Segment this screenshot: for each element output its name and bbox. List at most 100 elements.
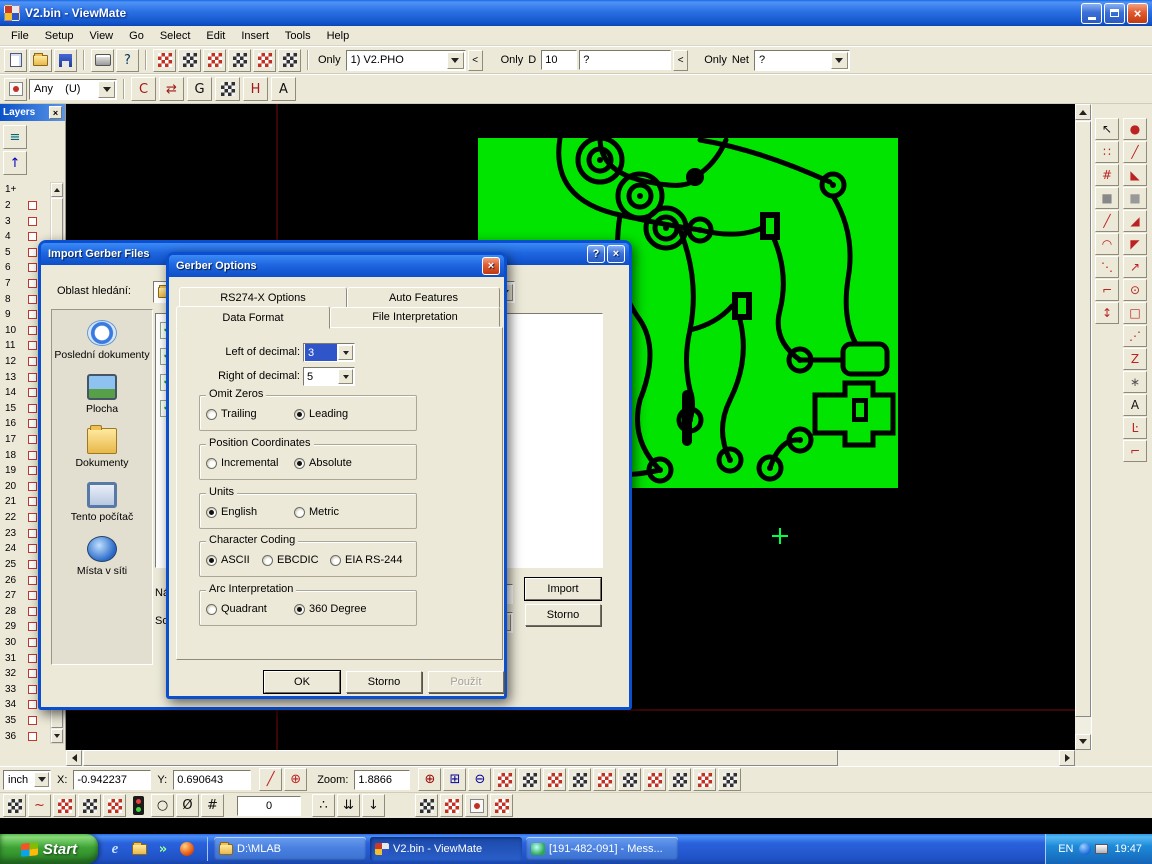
import-dialog-close-button[interactable]: ×: [607, 245, 625, 263]
layer-color-box[interactable]: [28, 544, 37, 553]
left-of-decimal-dropdown[interactable]: [338, 345, 353, 360]
text-button[interactable]: A: [1123, 394, 1147, 416]
aperture-combo[interactable]: Any (U): [29, 79, 117, 100]
previous-layer-button[interactable]: <: [468, 50, 483, 71]
units-dropdown[interactable]: [34, 772, 49, 787]
flash-pattern-button[interactable]: [440, 794, 463, 817]
layer-color-box[interactable]: [28, 310, 37, 319]
zoom-in-button[interactable]: ⊕: [418, 768, 441, 791]
route-pattern-button[interactable]: [103, 794, 126, 817]
layers-scroll-up-button[interactable]: [51, 183, 63, 197]
layer-color-box[interactable]: [28, 576, 37, 585]
radio-selected[interactable]: [294, 458, 305, 469]
layers-panel-header[interactable]: Layers ×: [0, 104, 65, 121]
layers-panel-close-button[interactable]: ×: [49, 106, 62, 119]
place-item[interactable]: Poslední dokumenty: [54, 320, 150, 361]
radio-option[interactable]: 360 Degree: [294, 602, 367, 616]
menu-file[interactable]: File: [3, 28, 37, 44]
move-vertical-button[interactable]: ↕: [1095, 302, 1119, 324]
place-item[interactable]: Tento počítač: [54, 482, 150, 523]
taskbar-task-2[interactable]: V2.bin - ViewMate: [370, 837, 522, 861]
target-button[interactable]: ⊙: [1123, 279, 1147, 301]
radio-unselected[interactable]: [206, 604, 217, 615]
pad-button[interactable]: ●: [1123, 118, 1147, 140]
line-draw-button[interactable]: ╱: [1095, 210, 1119, 232]
taskbar-task-1[interactable]: D:\MLAB: [214, 837, 366, 861]
clock[interactable]: 19:47: [1114, 843, 1142, 855]
layer-color-box[interactable]: [28, 669, 37, 678]
layer-color-box[interactable]: [28, 560, 37, 569]
layers-scroll-down-button[interactable]: [51, 729, 63, 743]
radio-option[interactable]: Metric: [294, 505, 339, 519]
scroll-left-button[interactable]: [66, 750, 82, 766]
dot-diagonal-button[interactable]: ⋰: [1123, 325, 1147, 347]
dcode-filter-input[interactable]: ?: [579, 50, 671, 70]
star-button[interactable]: ∗: [1123, 371, 1147, 393]
minimize-button[interactable]: [1081, 3, 1102, 24]
layer-color-box[interactable]: [28, 248, 37, 257]
show-polarity-button[interactable]: [228, 49, 251, 72]
menu-select[interactable]: Select: [152, 28, 199, 44]
layer-color-box[interactable]: [28, 388, 37, 397]
ok-button[interactable]: OK: [264, 671, 340, 693]
pad-pair-button[interactable]: ∷: [1095, 141, 1119, 163]
drop-marker-button[interactable]: ↓: [362, 794, 385, 817]
vertical-scrollbar[interactable]: [1075, 104, 1091, 750]
show-layers-button[interactable]: [153, 49, 176, 72]
grid-snap-button[interactable]: #: [1095, 164, 1119, 186]
flash-mode-button[interactable]: [4, 78, 27, 101]
view-traces-button[interactable]: [518, 768, 541, 791]
layer-color-box[interactable]: [28, 716, 37, 725]
layer-table-button[interactable]: ≡: [3, 125, 27, 149]
radio-option[interactable]: EIA RS-244: [330, 553, 402, 567]
corner-button[interactable]: ⌐: [1095, 279, 1119, 301]
layer-row[interactable]: 1+: [1, 182, 49, 198]
layer-color-box[interactable]: [28, 295, 37, 304]
title-bar[interactable]: V2.bin - ViewMate ×: [0, 0, 1152, 26]
radio-selected[interactable]: [294, 409, 305, 420]
import-cancel-button[interactable]: Storno: [525, 604, 601, 626]
zoom-window-button[interactable]: ⊞: [443, 768, 466, 791]
restore-button[interactable]: [1104, 3, 1125, 24]
menu-edit[interactable]: Edit: [198, 28, 233, 44]
layer-color-box[interactable]: [28, 279, 37, 288]
menu-help[interactable]: Help: [319, 28, 358, 44]
layer-color-box[interactable]: [28, 482, 37, 491]
text-tool-button[interactable]: A: [271, 77, 296, 101]
vertical-scroll-thumb[interactable]: [1075, 121, 1091, 717]
tab-file-interpretation[interactable]: File Interpretation: [330, 307, 500, 327]
layer-color-box[interactable]: [28, 638, 37, 647]
horizontal-scroll-thumb[interactable]: [83, 750, 838, 766]
radio-option[interactable]: Leading: [294, 407, 348, 421]
gerber-tool-button[interactable]: G: [187, 77, 212, 101]
view-draw-button[interactable]: [568, 768, 591, 791]
layer-combo[interactable]: 1) V2.PHO: [346, 50, 466, 71]
layer-color-box[interactable]: [28, 497, 37, 506]
view-flash-button[interactable]: [543, 768, 566, 791]
view-silk-button[interactable]: [693, 768, 716, 791]
radio-option[interactable]: Incremental: [206, 456, 278, 470]
layer-color-box[interactable]: [28, 732, 37, 741]
origin-target-button[interactable]: ⊕: [284, 768, 307, 791]
dialog-help-button[interactable]: ?: [587, 245, 605, 263]
radio-selected[interactable]: [206, 555, 217, 566]
pattern-tool-button[interactable]: [215, 77, 240, 101]
show-nets-button[interactable]: [278, 49, 301, 72]
gerber-dialog-close-button[interactable]: ×: [482, 257, 500, 275]
open-file-button[interactable]: [29, 49, 52, 72]
menu-setup[interactable]: Setup: [37, 28, 82, 44]
gerber-dialog-titlebar[interactable]: Gerber Options ×: [169, 255, 504, 277]
language-indicator[interactable]: EN: [1058, 843, 1073, 855]
filled-rect-button[interactable]: ■: [1095, 187, 1119, 209]
quicklaunch-desktop-arrows[interactable]: »: [153, 839, 173, 859]
place-item[interactable]: Místa v síti: [54, 536, 150, 577]
units-combo[interactable]: inch: [3, 770, 51, 790]
circle-select-button[interactable]: ○: [151, 794, 174, 817]
select-cursor-button[interactable]: ↖: [1095, 118, 1119, 140]
measure-diagonal-button[interactable]: ╱: [259, 768, 282, 791]
layer-color-box[interactable]: [28, 341, 37, 350]
show-pads-button[interactable]: [178, 49, 201, 72]
net-combo[interactable]: ?: [754, 50, 850, 71]
aperture-combo-dropdown[interactable]: [98, 81, 115, 98]
radio-unselected[interactable]: [206, 458, 217, 469]
